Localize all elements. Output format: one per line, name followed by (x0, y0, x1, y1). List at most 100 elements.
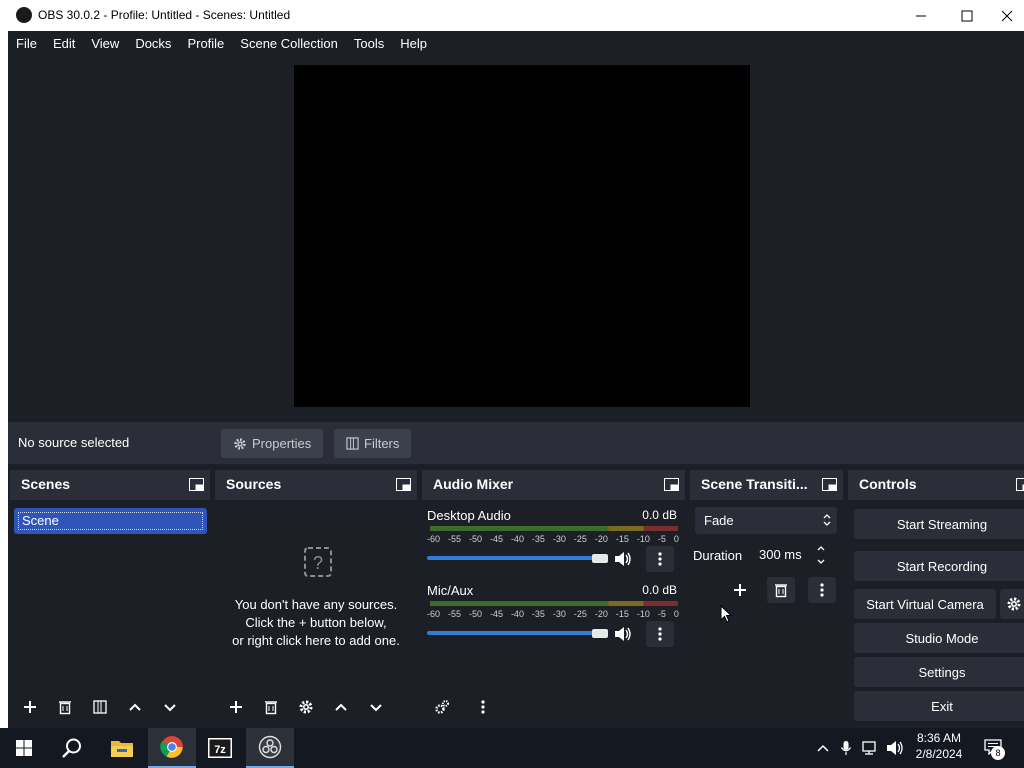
speaker-icon[interactable] (614, 626, 632, 642)
undock-icon[interactable] (822, 478, 837, 491)
empty-line-1: You don't have any sources. (234, 597, 398, 612)
tick-label: -40 (510, 534, 524, 544)
source-properties-button[interactable] (292, 694, 320, 720)
notification-badge: 8 (991, 746, 1005, 760)
audio-mixer-menu-button[interactable] (469, 694, 497, 720)
notification-center-button[interactable]: 8 (984, 739, 1005, 760)
scenes-dock: Scenes Scene (10, 470, 210, 728)
mic-aux-menu-button[interactable] (646, 621, 674, 647)
undock-icon[interactable] (189, 478, 204, 491)
obs-taskbar-button[interactable] (246, 728, 294, 768)
7zip-taskbar-button[interactable]: 7z (196, 728, 244, 768)
sources-list[interactable]: ? You don't have any sources. Click the … (215, 500, 417, 728)
search-button[interactable] (48, 728, 96, 768)
move-source-down-button[interactable] (362, 694, 390, 720)
menu-help[interactable]: Help (392, 31, 435, 57)
scene-list-item[interactable]: Scene (14, 508, 207, 534)
svg-text:7z: 7z (214, 744, 226, 756)
remove-transition-button[interactable] (767, 577, 795, 603)
settings-button[interactable]: Settings (854, 657, 1024, 687)
clock-date: 2/8/2024 (915, 747, 963, 761)
undock-icon[interactable] (1016, 478, 1024, 491)
kebab-menu-icon (658, 552, 662, 566)
gear-icon (299, 700, 313, 714)
scene-filters-button[interactable] (86, 694, 114, 720)
undock-icon[interactable] (664, 478, 679, 491)
menu-profile[interactable]: Profile (179, 31, 232, 57)
mic-aux-slider-handle[interactable] (592, 629, 608, 638)
remove-scene-button[interactable] (51, 694, 79, 720)
duration-value: 300 ms (759, 547, 802, 562)
virtual-camera-settings-button[interactable] (1000, 589, 1024, 619)
maximize-button[interactable] (944, 0, 990, 31)
windows-logo-icon (16, 740, 32, 756)
desktop-audio-slider-handle[interactable] (592, 554, 608, 563)
menu-edit[interactable]: Edit (45, 31, 83, 57)
filter-icon (346, 437, 359, 450)
microphone-icon[interactable] (840, 740, 852, 756)
obs-app-icon (16, 7, 32, 23)
sources-empty-message: You don't have any sources. Click the + … (215, 596, 417, 650)
tick-label: -55 (447, 534, 461, 544)
tick-label: -50 (468, 534, 482, 544)
transition-select[interactable]: Fade (695, 507, 837, 534)
mic-aux-scale: -60 -55 -50 -45 -40 -35 -30 -25 -20 -15 … (427, 609, 679, 619)
filters-button[interactable]: Filters (334, 429, 412, 458)
network-icon[interactable] (862, 740, 880, 756)
kebab-menu-icon (658, 627, 662, 641)
chevron-up-icon[interactable] (816, 741, 830, 755)
mic-aux-volume-slider[interactable] (427, 631, 607, 635)
desktop-audio-volume-slider[interactable] (427, 556, 607, 560)
properties-button[interactable]: Properties (221, 429, 324, 458)
chrome-taskbar-button[interactable] (148, 728, 196, 768)
remove-source-button[interactable] (257, 694, 285, 720)
exit-button[interactable]: Exit (854, 691, 1024, 721)
scenes-list: Scene (10, 500, 210, 728)
speaker-icon[interactable] (614, 551, 632, 567)
kebab-menu-icon (820, 583, 824, 597)
window-title-bar: OBS 30.0.2 - Profile: Untitled - Scenes:… (0, 0, 1024, 31)
duration-spinbox[interactable]: 300 ms (750, 541, 836, 569)
minimize-button[interactable] (898, 0, 944, 31)
add-transition-button[interactable] (726, 577, 754, 603)
menu-tools[interactable]: Tools (346, 31, 392, 57)
updown-chevron-icon (823, 514, 831, 526)
spin-arrows-icon[interactable] (816, 544, 826, 566)
move-source-up-button[interactable] (327, 694, 355, 720)
volume-icon[interactable] (886, 740, 904, 756)
close-button[interactable] (990, 0, 1024, 31)
start-recording-button[interactable]: Start Recording (854, 551, 1024, 581)
start-virtual-camera-button[interactable]: Start Virtual Camera (854, 589, 996, 619)
desktop-audio-menu-button[interactable] (646, 546, 674, 572)
start-button[interactable] (0, 728, 48, 768)
desktop-audio-level: 0.0 dB (642, 508, 677, 522)
sources-toolbar (222, 694, 390, 720)
audio-mixer-title: Audio Mixer (433, 476, 514, 492)
taskbar-clock[interactable]: 8:36 AM 2/8/2024 (908, 731, 970, 761)
transitions-toolbar (726, 577, 836, 603)
start-streaming-button[interactable]: Start Streaming (854, 509, 1024, 539)
file-explorer-taskbar-button[interactable] (98, 728, 146, 768)
menu-scene-collection[interactable]: Scene Collection (232, 31, 346, 57)
move-scene-up-button[interactable] (121, 694, 149, 720)
tick-label: -40 (510, 609, 524, 619)
move-scene-down-button[interactable] (156, 694, 184, 720)
minimize-icon (916, 15, 926, 16)
obs-icon (258, 735, 282, 759)
window-title: OBS 30.0.2 - Profile: Untitled - Scenes:… (38, 8, 291, 22)
tick-label: -30 (552, 534, 566, 544)
sources-dock: Sources ? You don't have any sources. Cl… (215, 470, 417, 728)
undock-icon[interactable] (396, 478, 411, 491)
menu-docks[interactable]: Docks (127, 31, 179, 57)
add-source-button[interactable] (222, 694, 250, 720)
studio-mode-button[interactable]: Studio Mode (854, 623, 1024, 653)
tick-label: -60 (427, 609, 441, 619)
transition-properties-button[interactable] (808, 577, 836, 603)
plus-icon (230, 701, 242, 713)
add-scene-button[interactable] (16, 694, 44, 720)
menu-file[interactable]: File (8, 31, 45, 57)
windows-taskbar: 7z 8:36 AM 2/8/2024 8 (0, 728, 1024, 768)
preview-canvas[interactable] (294, 65, 750, 407)
advanced-audio-button[interactable] (428, 694, 456, 720)
menu-view[interactable]: View (83, 31, 127, 57)
